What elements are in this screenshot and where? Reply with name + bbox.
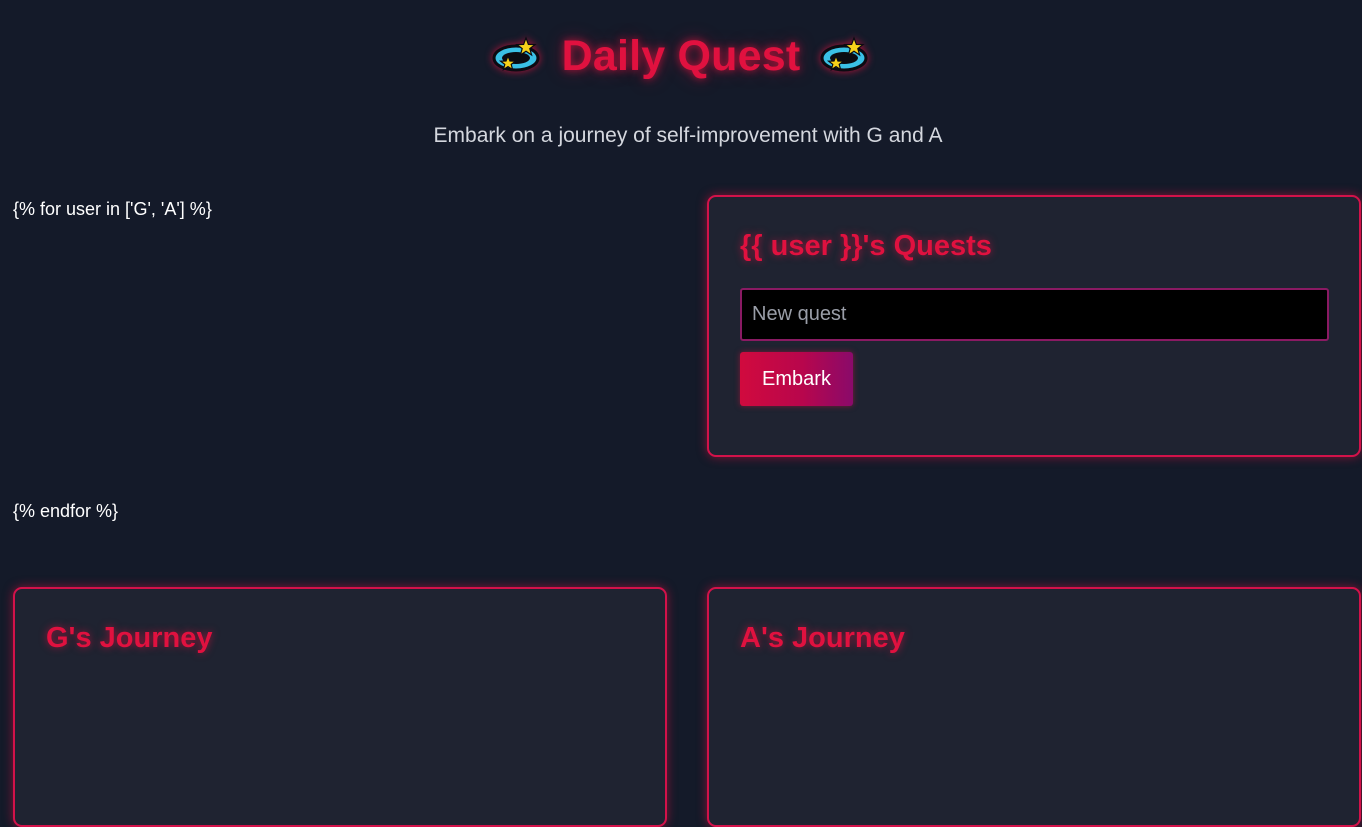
- template-loop-end: {% endfor %}: [13, 501, 119, 521]
- quest-card: {{ user }}'s Quests Embark: [707, 195, 1361, 457]
- quest-card-title: {{ user }}'s Quests: [740, 230, 992, 262]
- template-loop-start: {% for user in ['G', 'A'] %}: [13, 199, 212, 219]
- page-subtitle: Embark on a journey of self-improvement …: [433, 124, 943, 147]
- journey-card-a: A's Journey: [707, 587, 1361, 827]
- new-quest-input[interactable]: [740, 288, 1329, 341]
- page-title: Daily Quest: [561, 31, 801, 80]
- page-header: Daily Quest: [0, 26, 1362, 86]
- ringed-planet-icon: [818, 34, 872, 78]
- journey-card-title: A's Journey: [740, 622, 905, 654]
- journey-card-title: G's Journey: [46, 622, 213, 654]
- embark-button[interactable]: Embark: [740, 352, 853, 406]
- ringed-planet-icon: [490, 34, 544, 78]
- journey-card-g: G's Journey: [13, 587, 667, 827]
